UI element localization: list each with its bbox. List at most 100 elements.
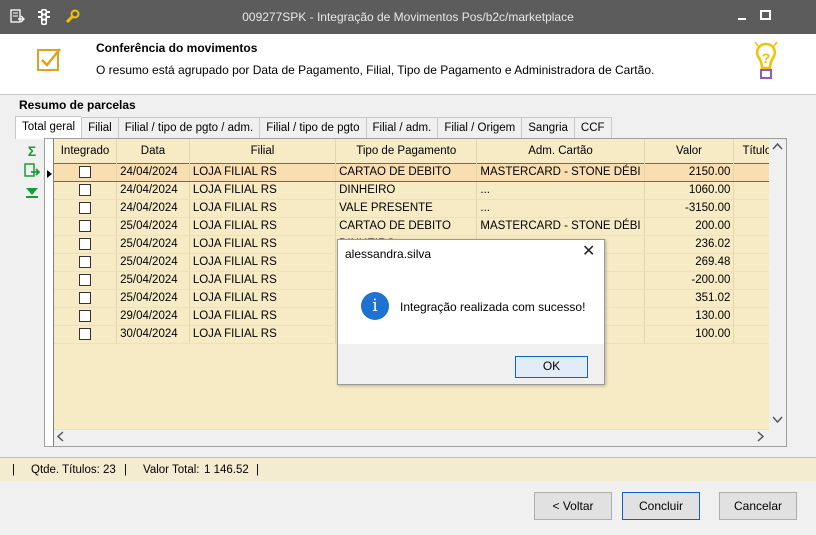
table-row[interactable]: 24/04/2024 LOJA FILIAL RS DINHEIRO ... 1… — [54, 181, 786, 200]
col-header-adm-cartao[interactable]: Adm. Cartão — [476, 139, 645, 163]
tab-filial-tipo-pgto[interactable]: Filial / tipo de pgto — [259, 117, 366, 139]
col-header-integrado[interactable]: Integrado — [54, 139, 118, 163]
restore-icon[interactable] — [758, 9, 774, 23]
integrado-checkbox[interactable] — [79, 291, 92, 304]
export-arrow-icon[interactable] — [23, 162, 41, 180]
cell-tipo: CARTAO DE DEBITO — [335, 162, 478, 182]
valor-total-label: Valor Total: — [143, 464, 200, 476]
cell-data: 24/04/2024 — [116, 181, 190, 200]
integrado-checkbox[interactable] — [79, 255, 92, 268]
cell-valor: 2150.00 — [644, 162, 735, 182]
col-header-data[interactable]: Data — [116, 139, 190, 163]
scroll-corner — [769, 429, 786, 446]
cell-data: 30/04/2024 — [116, 325, 190, 344]
cell-filial: LOJA FILIAL RS — [189, 289, 337, 308]
table-row[interactable]: 24/04/2024 LOJA FILIAL RS CARTAO DE DEBI… — [54, 162, 786, 182]
cell-data: 29/04/2024 — [116, 307, 190, 326]
dialog-message: Integração realizada com sucesso! — [400, 300, 586, 314]
tab-strip: Total geral Filial Filial / tipo de pgto… — [15, 116, 612, 139]
finish-button[interactable]: Concluir — [622, 492, 700, 520]
message-dialog: alessandra.silva ✕ i Integração realizad… — [337, 239, 605, 385]
tab-filial-origem[interactable]: Filial / Origem — [437, 117, 522, 139]
tab-total-geral[interactable]: Total geral — [15, 116, 82, 139]
cell-valor: 351.02 — [644, 289, 735, 308]
row-indicator-column — [45, 139, 54, 446]
tab-filial[interactable]: Filial — [81, 117, 118, 139]
cell-data: 25/04/2024 — [116, 289, 190, 308]
cell-filial: LOJA FILIAL RS — [189, 307, 337, 326]
vertical-scrollbar[interactable] — [769, 140, 786, 430]
cell-valor: 100.00 — [644, 325, 735, 344]
cell-tipo: DINHEIRO — [335, 181, 478, 200]
cell-adm: MASTERCARD - STONE DÉBI — [476, 162, 645, 182]
col-header-filial[interactable]: Filial — [189, 139, 337, 163]
cell-filial: LOJA FILIAL RS — [189, 325, 337, 344]
cell-filial: LOJA FILIAL RS — [189, 235, 337, 254]
dialog-title: alessandra.silva — [345, 247, 432, 261]
cell-valor: 200.00 — [644, 217, 735, 236]
integrado-checkbox[interactable] — [79, 237, 92, 250]
scroll-up-icon[interactable] — [772, 142, 783, 153]
header-title: Conferência do movimentos — [96, 41, 258, 55]
cancel-button[interactable]: Cancelar — [719, 492, 797, 520]
scroll-left-icon[interactable] — [56, 431, 64, 445]
integrado-checkbox[interactable] — [79, 183, 92, 196]
cell-data: 25/04/2024 — [116, 271, 190, 290]
table-row[interactable]: 25/04/2024 LOJA FILIAL RS CARTAO DE DEBI… — [54, 217, 786, 236]
cell-valor: 236.02 — [644, 235, 735, 254]
cell-tipo: VALE PRESENTE — [335, 199, 478, 218]
tab-ccf[interactable]: CCF — [573, 117, 612, 139]
back-button[interactable]: < Voltar — [534, 492, 612, 520]
qtde-titulos-label: Qtde. Títulos: — [31, 464, 100, 476]
integrado-checkbox[interactable] — [79, 165, 92, 178]
cell-data: 25/04/2024 — [116, 217, 190, 236]
cell-filial: LOJA FILIAL RS — [189, 271, 337, 290]
lightbulb-question-icon[interactable]: ? — [750, 38, 782, 86]
integrado-checkbox[interactable] — [79, 309, 92, 322]
cell-filial: LOJA FILIAL RS — [189, 253, 337, 272]
status-separator: | — [124, 464, 127, 476]
section-label: Resumo de parcelas — [19, 98, 136, 112]
cell-adm: ... — [476, 181, 645, 200]
svg-text:?: ? — [762, 50, 771, 66]
close-icon[interactable]: ✕ — [582, 244, 595, 260]
grid-header-row: Integrado Data Filial Tipo de Pagamento … — [54, 139, 786, 163]
checkbox-check-icon — [36, 46, 62, 72]
scroll-down-icon[interactable] — [772, 416, 783, 427]
page-header: Conferência do movimentos O resumo está … — [0, 34, 816, 94]
integrado-checkbox[interactable] — [79, 327, 92, 340]
valor-total-value: 1 146.52 — [204, 464, 249, 476]
cell-filial: LOJA FILIAL RS — [189, 181, 337, 200]
tab-filial-tipo-pgto-adm[interactable]: Filial / tipo de pgto / adm. — [117, 117, 260, 139]
cell-adm: ... — [476, 199, 645, 218]
ok-button[interactable]: OK — [515, 356, 588, 378]
integrado-checkbox[interactable] — [79, 201, 92, 214]
scroll-right-icon[interactable] — [757, 431, 765, 445]
status-separator: | — [12, 464, 15, 476]
status-separator: | — [256, 464, 259, 476]
title-bar: 009277SPK - Integração de Movimentos Pos… — [0, 0, 816, 34]
tab-sangria[interactable]: Sangria — [521, 117, 574, 139]
minimize-icon[interactable] — [734, 9, 750, 23]
cell-tipo: CARTAO DE DEBITO — [335, 217, 478, 236]
cell-filial: LOJA FILIAL RS — [189, 199, 337, 218]
cell-valor: -3150.00 — [644, 199, 735, 218]
cell-data: 24/04/2024 — [116, 199, 190, 218]
cell-valor: 1060.00 — [644, 181, 735, 200]
info-icon: i — [361, 292, 389, 320]
cell-valor: 130.00 — [644, 307, 735, 326]
col-header-valor[interactable]: Valor — [644, 139, 735, 163]
window-title: 009277SPK - Integração de Movimentos Pos… — [242, 10, 574, 24]
integrado-checkbox[interactable] — [79, 273, 92, 286]
horizontal-scrollbar[interactable] — [54, 429, 769, 446]
sigma-icon[interactable]: Σ — [23, 142, 41, 160]
integrado-checkbox[interactable] — [79, 219, 92, 232]
current-row-arrow-icon — [47, 170, 52, 178]
col-header-tipo-pagamento[interactable]: Tipo de Pagamento — [335, 139, 478, 163]
collapse-down-icon[interactable] — [23, 184, 41, 202]
cell-filial: LOJA FILIAL RS — [189, 162, 337, 182]
qtde-titulos-value: 23 — [103, 464, 116, 476]
table-row[interactable]: 24/04/2024 LOJA FILIAL RS VALE PRESENTE … — [54, 199, 786, 218]
cell-data: 25/04/2024 — [116, 235, 190, 254]
tab-filial-adm[interactable]: Filial / adm. — [365, 117, 438, 139]
